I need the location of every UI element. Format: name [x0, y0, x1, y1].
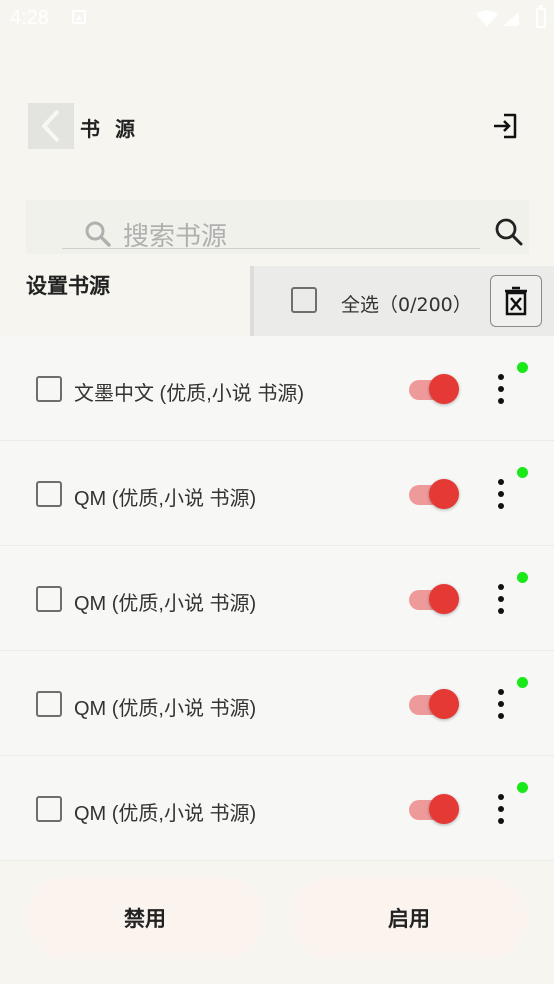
more-vert-icon[interactable] — [492, 374, 510, 404]
enable-toggle[interactable] — [409, 794, 459, 824]
more-vert-icon[interactable] — [492, 479, 510, 509]
signal-icon — [503, 12, 519, 26]
status-indicator — [517, 572, 528, 583]
battery-icon — [536, 5, 546, 28]
section-title: 设置书源 — [26, 274, 110, 298]
more-vert-icon[interactable] — [492, 584, 510, 614]
row-checkbox[interactable] — [36, 376, 62, 402]
row-checkbox[interactable] — [36, 796, 62, 822]
search-button-icon[interactable] — [494, 217, 524, 247]
source-name: 文墨中文 (优质,小说 书源) — [74, 383, 304, 405]
enable-toggle[interactable] — [409, 374, 459, 404]
list-item[interactable]: 文墨中文 (优质,小说 书源) — [0, 336, 554, 441]
search-bar: 搜索书源 — [26, 200, 529, 254]
delete-all-icon — [505, 286, 527, 316]
notification-icon — [72, 10, 86, 24]
search-icon — [85, 221, 111, 247]
list-item[interactable]: QM (优质,小说 书源) — [0, 756, 554, 861]
list-item[interactable]: QM (优质,小说 书源) — [0, 441, 554, 546]
more-vert-icon[interactable] — [492, 689, 510, 719]
delete-selected-button[interactable] — [490, 275, 542, 327]
import-icon[interactable] — [490, 110, 522, 142]
page-title: 书 源 — [80, 117, 139, 141]
status-indicator — [517, 467, 528, 478]
chevron-left-icon — [41, 109, 60, 143]
list-item[interactable]: QM (优质,小说 书源) — [0, 546, 554, 651]
enable-toggle[interactable] — [409, 689, 459, 719]
status-bar: 4:28 — [0, 0, 554, 36]
status-indicator — [517, 782, 528, 793]
more-vert-icon[interactable] — [492, 794, 510, 824]
enable-button[interactable]: 启用 — [290, 877, 528, 959]
status-indicator — [517, 677, 528, 688]
source-name: QM (优质,小说 书源) — [74, 803, 257, 825]
back-button[interactable] — [28, 103, 74, 149]
disable-button[interactable]: 禁用 — [26, 877, 264, 959]
search-underline — [62, 248, 480, 249]
row-checkbox[interactable] — [36, 691, 62, 717]
enable-toggle[interactable] — [409, 584, 459, 614]
list-item[interactable]: QM (优质,小说 书源) — [0, 651, 554, 756]
status-time: 4:28 — [10, 7, 49, 29]
source-list: 文墨中文 (优质,小说 书源) QM (优质,小说 书源) QM (优质,小说 … — [0, 336, 554, 861]
source-name: QM (优质,小说 书源) — [74, 488, 257, 510]
toolbar: 书 源 — [0, 96, 554, 156]
select-all-checkbox[interactable] — [291, 287, 317, 313]
row-checkbox[interactable] — [36, 586, 62, 612]
wifi-icon — [476, 10, 498, 27]
source-name: QM (优质,小说 书源) — [74, 698, 257, 720]
status-indicator — [517, 362, 528, 373]
enable-toggle[interactable] — [409, 479, 459, 509]
select-all-label[interactable]: 全选（0/200） — [341, 290, 472, 317]
source-name: QM (优质,小说 书源) — [74, 593, 257, 615]
row-checkbox[interactable] — [36, 481, 62, 507]
bottom-action-bar: 禁用 启用 — [0, 874, 554, 984]
select-all-panel: 全选（0/200） — [250, 266, 554, 336]
